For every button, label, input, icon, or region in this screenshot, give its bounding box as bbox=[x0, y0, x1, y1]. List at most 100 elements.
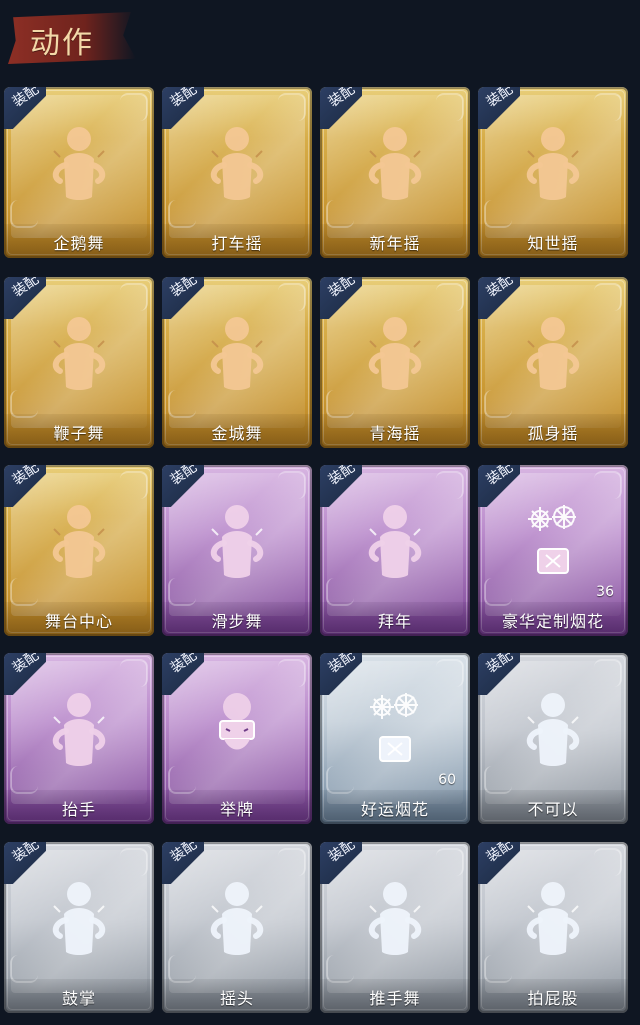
card-label: 滑步舞 bbox=[211, 612, 263, 631]
dance-figure-icon bbox=[368, 127, 422, 200]
dance-figure-icon bbox=[200, 311, 274, 395]
clap-icon bbox=[52, 882, 106, 955]
equip-label: 装配 bbox=[483, 87, 516, 111]
equip-badge: 装配 bbox=[320, 842, 362, 884]
finger-wag-icon bbox=[516, 687, 590, 771]
equip-badge: 装配 bbox=[478, 87, 520, 129]
dance-figure-icon bbox=[358, 121, 432, 205]
action-card[interactable]: 装配 知世摇 bbox=[478, 87, 628, 258]
page-title: 动作 bbox=[30, 26, 94, 61]
equip-label: 装配 bbox=[325, 653, 358, 677]
fireworks-box-icon bbox=[516, 499, 590, 583]
card-label: 企鹅舞 bbox=[53, 234, 105, 253]
fireworks-can-icon bbox=[358, 687, 432, 771]
equip-badge: 装配 bbox=[4, 653, 46, 695]
action-card[interactable]: 装配 孤身摇 bbox=[478, 277, 628, 448]
action-card[interactable]: 装配 抬手 bbox=[4, 653, 154, 824]
equip-label: 装配 bbox=[325, 842, 358, 866]
equip-badge: 装配 bbox=[162, 465, 204, 507]
card-label: 不可以 bbox=[527, 800, 579, 819]
dance-figure-icon bbox=[42, 499, 116, 583]
dance-figure-icon bbox=[210, 505, 264, 578]
equip-badge: 装配 bbox=[320, 465, 362, 507]
card-ornament bbox=[436, 471, 464, 499]
action-card[interactable]: 装配 36 豪华定制烟花 bbox=[478, 465, 628, 636]
dance-figure-icon bbox=[210, 127, 264, 200]
action-card[interactable]: 装配青海摇 bbox=[320, 277, 470, 448]
card-ornament bbox=[278, 659, 306, 687]
push-dance-icon bbox=[368, 882, 422, 955]
action-card[interactable]: 装配不可以 bbox=[478, 653, 628, 824]
equip-badge: 装配 bbox=[162, 842, 204, 884]
card-label: 舞台中心 bbox=[44, 612, 113, 631]
equip-label: 装配 bbox=[483, 653, 516, 677]
equip-badge: 装配 bbox=[320, 87, 362, 129]
equip-label: 装配 bbox=[483, 465, 516, 489]
card-ornament bbox=[436, 848, 464, 876]
equip-label: 装配 bbox=[9, 87, 42, 111]
card-label: 金城舞 bbox=[211, 424, 263, 443]
action-card[interactable]: 装配 拍屁股 bbox=[478, 842, 628, 1013]
action-card[interactable]: 装配舞台中心 bbox=[4, 465, 154, 636]
dance-figure-icon bbox=[210, 317, 264, 390]
equip-badge: 装配 bbox=[478, 842, 520, 884]
equip-badge: 装配 bbox=[4, 842, 46, 884]
card-ornament bbox=[436, 93, 464, 121]
action-card[interactable]: 装配 新年摇 bbox=[320, 87, 470, 258]
top-bar: 动作 bbox=[0, 0, 640, 80]
action-card[interactable]: 装配鞭子舞 bbox=[4, 277, 154, 448]
shake-head-icon bbox=[200, 876, 274, 960]
card-label: 鞭子舞 bbox=[53, 424, 105, 443]
card-label: 青海摇 bbox=[369, 424, 421, 443]
equip-label: 装配 bbox=[167, 277, 200, 301]
equip-badge: 装配 bbox=[4, 87, 46, 129]
card-ornament bbox=[120, 848, 148, 876]
action-card[interactable]: 装配摇头 bbox=[162, 842, 312, 1013]
card-ornament bbox=[436, 283, 464, 311]
card-label: 摇头 bbox=[219, 989, 254, 1008]
dance-figure-icon bbox=[526, 127, 580, 200]
card-ornament bbox=[278, 471, 306, 499]
action-card[interactable]: 装配 鼓掌 bbox=[4, 842, 154, 1013]
equip-label: 装配 bbox=[167, 653, 200, 677]
action-card[interactable]: 装配滑步舞 bbox=[162, 465, 312, 636]
dance-figure-icon bbox=[200, 121, 274, 205]
equip-badge: 装配 bbox=[320, 653, 362, 695]
dance-figure-icon bbox=[52, 317, 106, 390]
action-card[interactable]: 装配 拜年 bbox=[320, 465, 470, 636]
action-card[interactable]: 装配 打车摇 bbox=[162, 87, 312, 258]
card-ornament bbox=[436, 659, 464, 687]
action-card[interactable]: 装配举牌 bbox=[162, 653, 312, 824]
equip-label: 装配 bbox=[167, 87, 200, 111]
action-card[interactable]: 装配企鹅舞 bbox=[4, 87, 154, 258]
card-ornament bbox=[278, 283, 306, 311]
dance-figure-icon bbox=[200, 499, 274, 583]
equip-badge: 装配 bbox=[4, 465, 46, 507]
equip-label: 装配 bbox=[9, 653, 42, 677]
dance-figure-icon bbox=[52, 505, 106, 578]
sign-icon bbox=[200, 687, 274, 771]
action-grid: 装配 企鹅舞 装配 打车摇 装配 新年摇 装配 知世摇 装配 鞭子舞 装配 金城… bbox=[4, 87, 636, 1025]
action-card[interactable]: 装配 60 好运烟花 bbox=[320, 653, 470, 824]
card-ornament bbox=[594, 471, 622, 499]
card-label: 举牌 bbox=[219, 800, 254, 819]
equip-badge: 装配 bbox=[320, 277, 362, 319]
card-label: 推手舞 bbox=[369, 989, 421, 1008]
dance-figure-icon bbox=[516, 311, 590, 395]
card-label: 豪华定制烟花 bbox=[501, 612, 604, 631]
action-card[interactable]: 装配金城舞 bbox=[162, 277, 312, 448]
card-label: 好运烟花 bbox=[360, 800, 429, 819]
equip-label: 装配 bbox=[167, 465, 200, 489]
sign-icon bbox=[219, 693, 255, 750]
finger-wag-icon bbox=[526, 693, 580, 766]
card-label: 孤身摇 bbox=[527, 424, 579, 443]
dance-figure-icon bbox=[526, 317, 580, 390]
card-ornament bbox=[120, 471, 148, 499]
hand-raise-icon bbox=[52, 693, 106, 766]
action-card[interactable]: 装配推手舞 bbox=[320, 842, 470, 1013]
equip-label: 装配 bbox=[9, 277, 42, 301]
push-dance-icon bbox=[358, 876, 432, 960]
equip-badge: 装配 bbox=[478, 465, 520, 507]
equip-label: 装配 bbox=[325, 465, 358, 489]
equip-badge: 装配 bbox=[162, 87, 204, 129]
